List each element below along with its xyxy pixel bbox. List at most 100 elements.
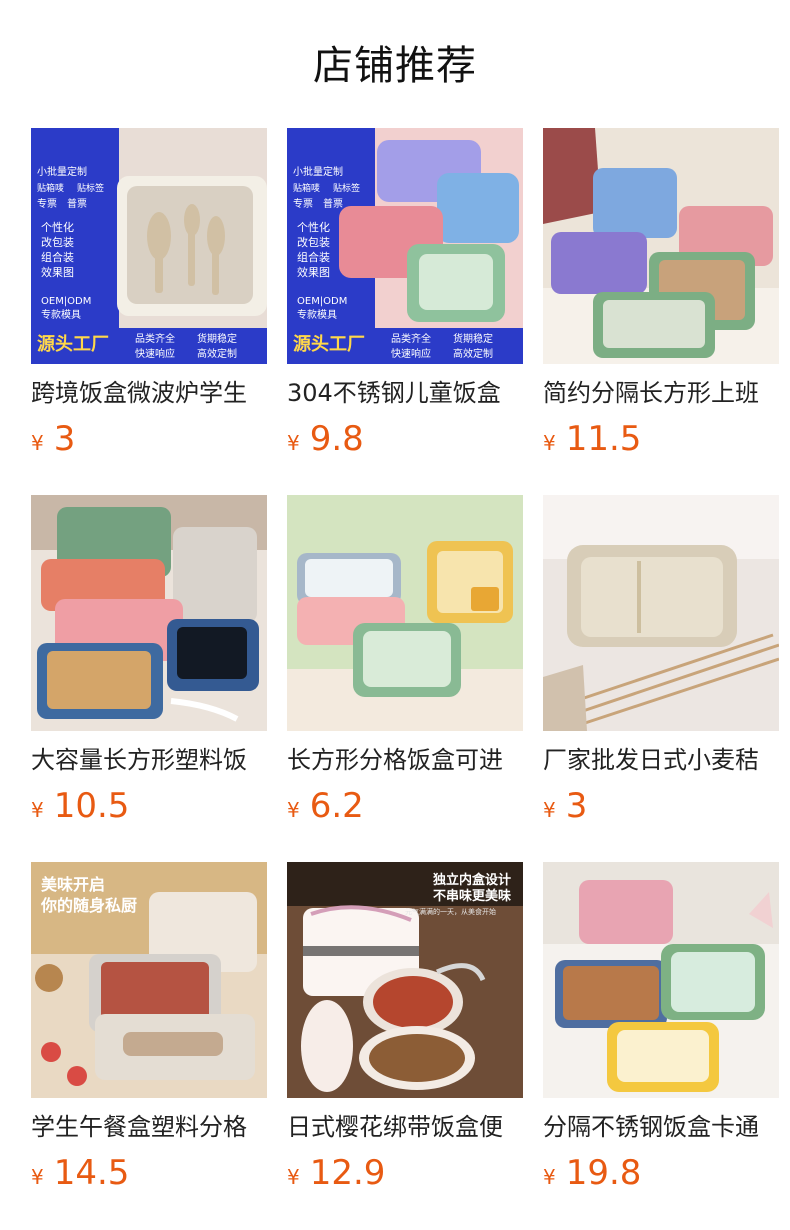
badge-text: 组合装 xyxy=(41,250,74,264)
product-grid: 小批量定制 贴箱唛 贴标签 专票 普票 个性化 改包装 组合装 效果图 OEM|… xyxy=(0,128,790,1230)
product-card[interactable]: 长方形分格饭盒可进 ¥ 6.2 xyxy=(287,495,523,835)
badge-text: 效果图 xyxy=(297,265,330,279)
product-image-art: 美味开启 你的随身私厨 xyxy=(31,862,267,1098)
price-amount: 19.8 xyxy=(565,1153,642,1193)
badge-text: 普票 xyxy=(323,197,343,210)
product-image-art xyxy=(543,495,779,731)
badge-text: 不串味更美味 xyxy=(433,888,511,904)
price-amount: 9.8 xyxy=(309,419,364,459)
product-image-art: 独立内盒设计 不串味更美味 元气满满的一天，从美食开始 xyxy=(287,862,523,1098)
currency-symbol: ¥ xyxy=(31,798,44,822)
product-image[interactable] xyxy=(543,128,779,364)
product-title[interactable]: 长方形分格饭盒可进 xyxy=(287,743,523,777)
product-title[interactable]: 304不锈钢儿童饭盒 xyxy=(287,376,523,410)
product-title[interactable]: 跨境饭盒微波炉学生 xyxy=(31,376,267,410)
badge-text: 高效定制 xyxy=(197,347,237,360)
badge-text: 专款模具 xyxy=(297,308,337,321)
product-card[interactable]: 小批量定制 贴箱唛 贴标签 专票 普票 个性化 改包装 组合装 效果图 OEM|… xyxy=(287,128,523,468)
page-header: 店铺推荐 xyxy=(0,0,790,128)
badge-text: 货期稳定 xyxy=(197,332,237,345)
badge-text: 贴标签 xyxy=(333,182,360,194)
badge-text: OEM|ODM xyxy=(297,296,347,307)
badge-text: 贴箱唛 xyxy=(37,182,64,194)
badge-text: 普票 xyxy=(67,197,87,210)
page-title: 店铺推荐 xyxy=(313,43,477,89)
price-amount: 11.5 xyxy=(565,419,642,459)
badge-text: 品类齐全 xyxy=(135,332,175,345)
badge-text: 小批量定制 xyxy=(37,165,87,178)
currency-symbol: ¥ xyxy=(287,1165,300,1189)
product-card[interactable]: 厂家批发日式小麦秸 ¥ 3 xyxy=(543,495,779,835)
badge-text: 快速响应 xyxy=(135,347,175,360)
product-card[interactable]: 简约分隔长方形上班 ¥ 11.5 xyxy=(543,128,779,468)
badge-text: 改包装 xyxy=(41,235,74,249)
product-title[interactable]: 简约分隔长方形上班 xyxy=(543,376,779,410)
product-image[interactable] xyxy=(31,495,267,731)
badge-text: 小批量定制 xyxy=(293,165,343,178)
price-amount: 12.9 xyxy=(309,1153,386,1193)
product-price: ¥ 9.8 xyxy=(287,418,364,460)
product-price: ¥ 19.8 xyxy=(543,1152,641,1194)
badge-text: 个性化 xyxy=(41,220,74,234)
product-card[interactable]: 分隔不锈钢饭盒卡通 ¥ 19.8 xyxy=(543,862,779,1202)
product-title[interactable]: 厂家批发日式小麦秸 xyxy=(543,743,779,777)
badge-text: 货期稳定 xyxy=(453,332,493,345)
product-title[interactable]: 大容量长方形塑料饭 xyxy=(31,743,267,777)
currency-symbol: ¥ xyxy=(287,798,300,822)
badge-text: 源头工厂 xyxy=(37,333,109,355)
badge-text: 快速响应 xyxy=(391,347,431,360)
product-price: ¥ 10.5 xyxy=(31,785,129,827)
currency-symbol: ¥ xyxy=(543,798,556,822)
product-image-art xyxy=(543,862,779,1098)
product-card[interactable]: 小批量定制 贴箱唛 贴标签 专票 普票 个性化 改包装 组合装 效果图 OEM|… xyxy=(31,128,267,468)
currency-symbol: ¥ xyxy=(31,1165,44,1189)
badge-text: 贴箱唛 xyxy=(293,182,320,194)
currency-symbol: ¥ xyxy=(287,431,300,455)
badge-text: 效果图 xyxy=(41,265,74,279)
badge-text: 独立内盒设计 xyxy=(433,872,511,888)
product-price: ¥ 11.5 xyxy=(543,418,641,460)
product-title[interactable]: 分隔不锈钢饭盒卡通 xyxy=(543,1110,779,1144)
price-amount: 3 xyxy=(565,786,588,826)
product-image[interactable]: 小批量定制 贴箱唛 贴标签 专票 普票 个性化 改包装 组合装 效果图 OEM|… xyxy=(287,128,523,364)
product-card[interactable]: 美味开启 你的随身私厨 学生午餐盒塑料分格 ¥ 14.5 xyxy=(31,862,267,1202)
product-image[interactable] xyxy=(543,495,779,731)
product-image-art: 小批量定制 贴箱唛 贴标签 专票 普票 个性化 改包装 组合装 效果图 OEM|… xyxy=(31,128,267,364)
currency-symbol: ¥ xyxy=(31,431,44,455)
product-image[interactable]: 独立内盒设计 不串味更美味 元气满满的一天，从美食开始 xyxy=(287,862,523,1098)
product-image[interactable] xyxy=(543,862,779,1098)
badge-text: 你的随身私厨 xyxy=(40,896,137,915)
product-price: ¥ 3 xyxy=(31,418,75,460)
badge-text: 组合装 xyxy=(297,250,330,264)
product-image-art xyxy=(31,495,267,731)
price-amount: 14.5 xyxy=(53,1153,130,1193)
currency-symbol: ¥ xyxy=(543,1165,556,1189)
badge-text: 贴标签 xyxy=(77,182,104,194)
badge-text: 品类齐全 xyxy=(391,332,431,345)
badge-text: 专票 xyxy=(293,197,313,210)
currency-symbol: ¥ xyxy=(543,431,556,455)
badge-text: 个性化 xyxy=(297,220,330,234)
product-image-art: 小批量定制 贴箱唛 贴标签 专票 普票 个性化 改包装 组合装 效果图 OEM|… xyxy=(287,128,523,364)
price-amount: 3 xyxy=(53,419,76,459)
product-card[interactable]: 独立内盒设计 不串味更美味 元气满满的一天，从美食开始 日式樱花绑带饭盒便 ¥ … xyxy=(287,862,523,1202)
product-price: ¥ 6.2 xyxy=(287,785,364,827)
product-title[interactable]: 日式樱花绑带饭盒便 xyxy=(287,1110,523,1144)
product-image[interactable]: 美味开启 你的随身私厨 xyxy=(31,862,267,1098)
product-price: ¥ 14.5 xyxy=(31,1152,129,1194)
product-image[interactable] xyxy=(287,495,523,731)
badge-text: 专款模具 xyxy=(41,308,81,321)
badge-text: 源头工厂 xyxy=(293,333,365,355)
badge-text: 高效定制 xyxy=(453,347,493,360)
product-image[interactable]: 小批量定制 贴箱唛 贴标签 专票 普票 个性化 改包装 组合装 效果图 OEM|… xyxy=(31,128,267,364)
product-title[interactable]: 学生午餐盒塑料分格 xyxy=(31,1110,267,1144)
badge-text: 元气满满的一天，从美食开始 xyxy=(405,907,496,916)
badge-text: 改包装 xyxy=(297,235,330,249)
price-amount: 10.5 xyxy=(53,786,130,826)
product-image-art xyxy=(287,495,523,731)
badge-text: OEM|ODM xyxy=(41,296,91,307)
product-price: ¥ 3 xyxy=(543,785,587,827)
product-card[interactable]: 大容量长方形塑料饭 ¥ 10.5 xyxy=(31,495,267,835)
badge-text: 专票 xyxy=(37,197,57,210)
product-image-art xyxy=(543,128,779,364)
